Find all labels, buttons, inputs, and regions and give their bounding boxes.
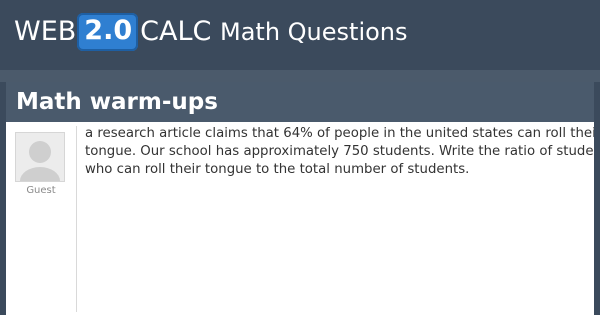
- user-column: Guest: [6, 122, 76, 315]
- page-title: Math warm-ups: [16, 89, 218, 115]
- user-avatar-placeholder-icon[interactable]: [15, 132, 65, 182]
- logo-version-badge: 2.0: [77, 13, 139, 51]
- logo-web-text: WEB: [14, 16, 77, 47]
- question-text: a research article claims that 64% of pe…: [85, 126, 594, 177]
- site-header: WEB 2.0 CALC Math Questions: [0, 0, 600, 64]
- site-logo[interactable]: WEB 2.0 CALC: [14, 12, 211, 52]
- header-divider: [0, 70, 600, 82]
- user-name[interactable]: Guest: [6, 185, 76, 196]
- column-divider: [76, 126, 77, 312]
- logo-calc-text: CALC: [140, 16, 212, 47]
- section-title-link[interactable]: Math Questions: [220, 12, 408, 52]
- title-bar: Math warm-ups: [6, 82, 594, 122]
- question-panel: Guest a research article claims that 64%…: [6, 122, 594, 315]
